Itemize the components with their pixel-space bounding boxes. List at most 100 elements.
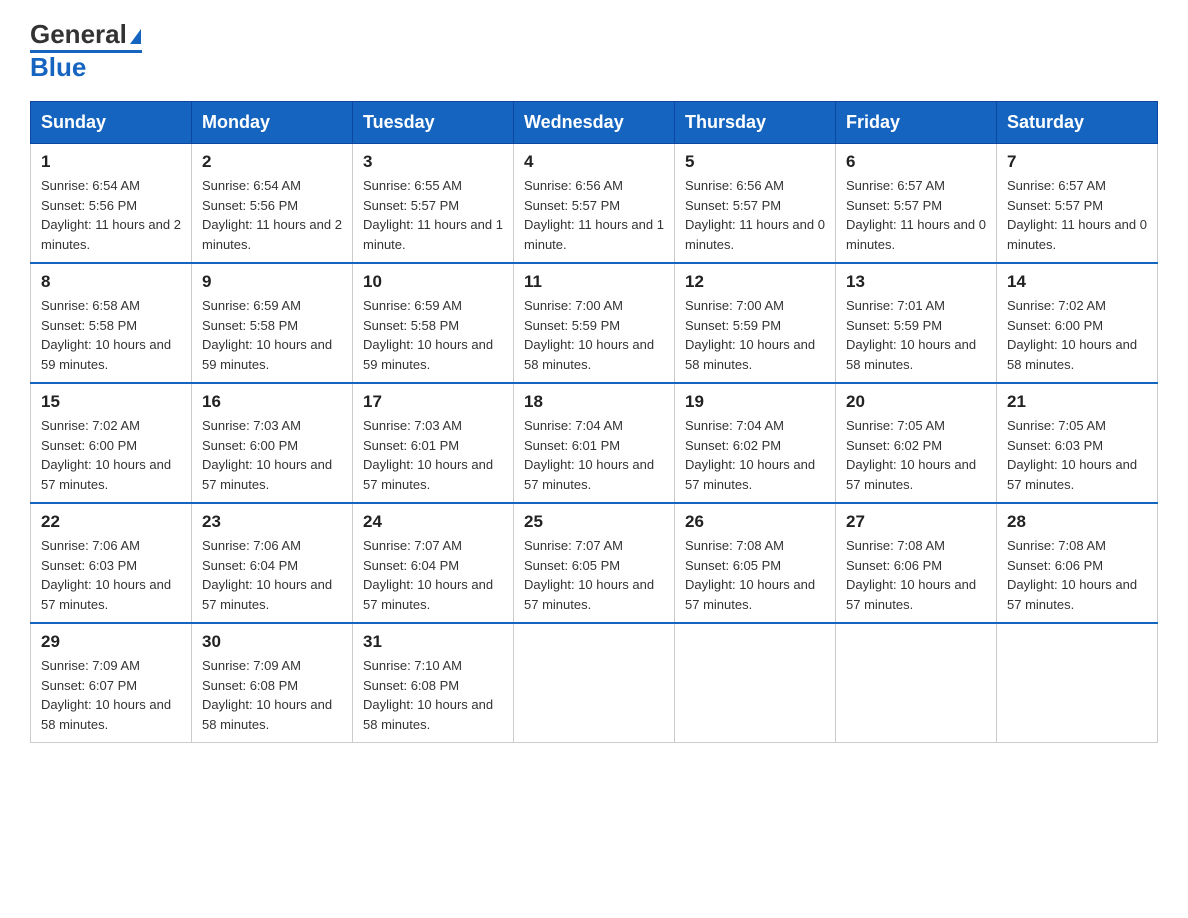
day-number: 27 <box>846 512 986 532</box>
calendar-header-row: SundayMondayTuesdayWednesdayThursdayFrid… <box>31 102 1158 144</box>
calendar-cell <box>836 623 997 743</box>
day-info: Sunrise: 7:01 AMSunset: 5:59 PMDaylight:… <box>846 298 976 372</box>
weekday-header-sunday: Sunday <box>31 102 192 144</box>
day-number: 1 <box>41 152 181 172</box>
calendar-cell: 27 Sunrise: 7:08 AMSunset: 6:06 PMDaylig… <box>836 503 997 623</box>
day-info: Sunrise: 6:57 AMSunset: 5:57 PMDaylight:… <box>1007 178 1147 252</box>
calendar-cell: 30 Sunrise: 7:09 AMSunset: 6:08 PMDaylig… <box>192 623 353 743</box>
calendar-cell: 17 Sunrise: 7:03 AMSunset: 6:01 PMDaylig… <box>353 383 514 503</box>
day-number: 12 <box>685 272 825 292</box>
calendar-cell: 25 Sunrise: 7:07 AMSunset: 6:05 PMDaylig… <box>514 503 675 623</box>
logo-blue: Blue <box>30 53 86 82</box>
day-info: Sunrise: 7:09 AMSunset: 6:08 PMDaylight:… <box>202 658 332 732</box>
calendar-cell: 26 Sunrise: 7:08 AMSunset: 6:05 PMDaylig… <box>675 503 836 623</box>
day-number: 13 <box>846 272 986 292</box>
day-number: 5 <box>685 152 825 172</box>
calendar-cell: 22 Sunrise: 7:06 AMSunset: 6:03 PMDaylig… <box>31 503 192 623</box>
day-number: 8 <box>41 272 181 292</box>
day-info: Sunrise: 7:10 AMSunset: 6:08 PMDaylight:… <box>363 658 493 732</box>
calendar-cell <box>675 623 836 743</box>
calendar-week-row: 22 Sunrise: 7:06 AMSunset: 6:03 PMDaylig… <box>31 503 1158 623</box>
calendar-cell: 10 Sunrise: 6:59 AMSunset: 5:58 PMDaylig… <box>353 263 514 383</box>
calendar-cell: 2 Sunrise: 6:54 AMSunset: 5:56 PMDayligh… <box>192 144 353 264</box>
logo: General Blue <box>30 20 142 81</box>
day-number: 16 <box>202 392 342 412</box>
day-info: Sunrise: 6:58 AMSunset: 5:58 PMDaylight:… <box>41 298 171 372</box>
day-info: Sunrise: 7:00 AMSunset: 5:59 PMDaylight:… <box>685 298 815 372</box>
calendar-cell <box>514 623 675 743</box>
day-number: 14 <box>1007 272 1147 292</box>
calendar-cell <box>997 623 1158 743</box>
calendar-cell: 8 Sunrise: 6:58 AMSunset: 5:58 PMDayligh… <box>31 263 192 383</box>
calendar-cell: 28 Sunrise: 7:08 AMSunset: 6:06 PMDaylig… <box>997 503 1158 623</box>
calendar-cell: 12 Sunrise: 7:00 AMSunset: 5:59 PMDaylig… <box>675 263 836 383</box>
calendar-cell: 6 Sunrise: 6:57 AMSunset: 5:57 PMDayligh… <box>836 144 997 264</box>
day-number: 24 <box>363 512 503 532</box>
day-number: 22 <box>41 512 181 532</box>
day-info: Sunrise: 7:02 AMSunset: 6:00 PMDaylight:… <box>41 418 171 492</box>
day-number: 20 <box>846 392 986 412</box>
day-number: 10 <box>363 272 503 292</box>
day-info: Sunrise: 7:06 AMSunset: 6:03 PMDaylight:… <box>41 538 171 612</box>
day-number: 30 <box>202 632 342 652</box>
day-info: Sunrise: 7:08 AMSunset: 6:06 PMDaylight:… <box>846 538 976 612</box>
day-number: 25 <box>524 512 664 532</box>
calendar-cell: 3 Sunrise: 6:55 AMSunset: 5:57 PMDayligh… <box>353 144 514 264</box>
calendar-cell: 20 Sunrise: 7:05 AMSunset: 6:02 PMDaylig… <box>836 383 997 503</box>
day-info: Sunrise: 6:59 AMSunset: 5:58 PMDaylight:… <box>363 298 493 372</box>
calendar-cell: 23 Sunrise: 7:06 AMSunset: 6:04 PMDaylig… <box>192 503 353 623</box>
day-info: Sunrise: 6:54 AMSunset: 5:56 PMDaylight:… <box>202 178 342 252</box>
day-info: Sunrise: 7:08 AMSunset: 6:05 PMDaylight:… <box>685 538 815 612</box>
day-number: 3 <box>363 152 503 172</box>
calendar-week-row: 15 Sunrise: 7:02 AMSunset: 6:00 PMDaylig… <box>31 383 1158 503</box>
day-info: Sunrise: 7:08 AMSunset: 6:06 PMDaylight:… <box>1007 538 1137 612</box>
calendar-table: SundayMondayTuesdayWednesdayThursdayFrid… <box>30 101 1158 743</box>
calendar-cell: 16 Sunrise: 7:03 AMSunset: 6:00 PMDaylig… <box>192 383 353 503</box>
day-info: Sunrise: 7:02 AMSunset: 6:00 PMDaylight:… <box>1007 298 1137 372</box>
day-info: Sunrise: 7:07 AMSunset: 6:04 PMDaylight:… <box>363 538 493 612</box>
day-info: Sunrise: 7:06 AMSunset: 6:04 PMDaylight:… <box>202 538 332 612</box>
day-info: Sunrise: 7:07 AMSunset: 6:05 PMDaylight:… <box>524 538 654 612</box>
weekday-header-saturday: Saturday <box>997 102 1158 144</box>
day-number: 17 <box>363 392 503 412</box>
weekday-header-friday: Friday <box>836 102 997 144</box>
day-info: Sunrise: 7:09 AMSunset: 6:07 PMDaylight:… <box>41 658 171 732</box>
day-number: 4 <box>524 152 664 172</box>
day-number: 26 <box>685 512 825 532</box>
day-info: Sunrise: 6:54 AMSunset: 5:56 PMDaylight:… <box>41 178 181 252</box>
day-info: Sunrise: 7:04 AMSunset: 6:02 PMDaylight:… <box>685 418 815 492</box>
calendar-cell: 15 Sunrise: 7:02 AMSunset: 6:00 PMDaylig… <box>31 383 192 503</box>
day-number: 21 <box>1007 392 1147 412</box>
day-number: 2 <box>202 152 342 172</box>
day-info: Sunrise: 6:59 AMSunset: 5:58 PMDaylight:… <box>202 298 332 372</box>
day-info: Sunrise: 6:56 AMSunset: 5:57 PMDaylight:… <box>524 178 664 252</box>
day-number: 11 <box>524 272 664 292</box>
calendar-week-row: 29 Sunrise: 7:09 AMSunset: 6:07 PMDaylig… <box>31 623 1158 743</box>
day-info: Sunrise: 7:05 AMSunset: 6:03 PMDaylight:… <box>1007 418 1137 492</box>
calendar-cell: 7 Sunrise: 6:57 AMSunset: 5:57 PMDayligh… <box>997 144 1158 264</box>
calendar-week-row: 1 Sunrise: 6:54 AMSunset: 5:56 PMDayligh… <box>31 144 1158 264</box>
day-number: 7 <box>1007 152 1147 172</box>
calendar-week-row: 8 Sunrise: 6:58 AMSunset: 5:58 PMDayligh… <box>31 263 1158 383</box>
day-number: 29 <box>41 632 181 652</box>
calendar-cell: 14 Sunrise: 7:02 AMSunset: 6:00 PMDaylig… <box>997 263 1158 383</box>
day-number: 19 <box>685 392 825 412</box>
day-info: Sunrise: 7:03 AMSunset: 6:00 PMDaylight:… <box>202 418 332 492</box>
day-number: 28 <box>1007 512 1147 532</box>
calendar-cell: 4 Sunrise: 6:56 AMSunset: 5:57 PMDayligh… <box>514 144 675 264</box>
day-info: Sunrise: 7:00 AMSunset: 5:59 PMDaylight:… <box>524 298 654 372</box>
calendar-cell: 9 Sunrise: 6:59 AMSunset: 5:58 PMDayligh… <box>192 263 353 383</box>
weekday-header-wednesday: Wednesday <box>514 102 675 144</box>
day-info: Sunrise: 7:05 AMSunset: 6:02 PMDaylight:… <box>846 418 976 492</box>
calendar-cell: 21 Sunrise: 7:05 AMSunset: 6:03 PMDaylig… <box>997 383 1158 503</box>
day-number: 15 <box>41 392 181 412</box>
calendar-cell: 29 Sunrise: 7:09 AMSunset: 6:07 PMDaylig… <box>31 623 192 743</box>
day-info: Sunrise: 6:57 AMSunset: 5:57 PMDaylight:… <box>846 178 986 252</box>
calendar-cell: 18 Sunrise: 7:04 AMSunset: 6:01 PMDaylig… <box>514 383 675 503</box>
day-info: Sunrise: 6:56 AMSunset: 5:57 PMDaylight:… <box>685 178 825 252</box>
calendar-cell: 11 Sunrise: 7:00 AMSunset: 5:59 PMDaylig… <box>514 263 675 383</box>
page-header: General Blue <box>30 20 1158 81</box>
day-info: Sunrise: 7:04 AMSunset: 6:01 PMDaylight:… <box>524 418 654 492</box>
day-number: 6 <box>846 152 986 172</box>
calendar-cell: 5 Sunrise: 6:56 AMSunset: 5:57 PMDayligh… <box>675 144 836 264</box>
